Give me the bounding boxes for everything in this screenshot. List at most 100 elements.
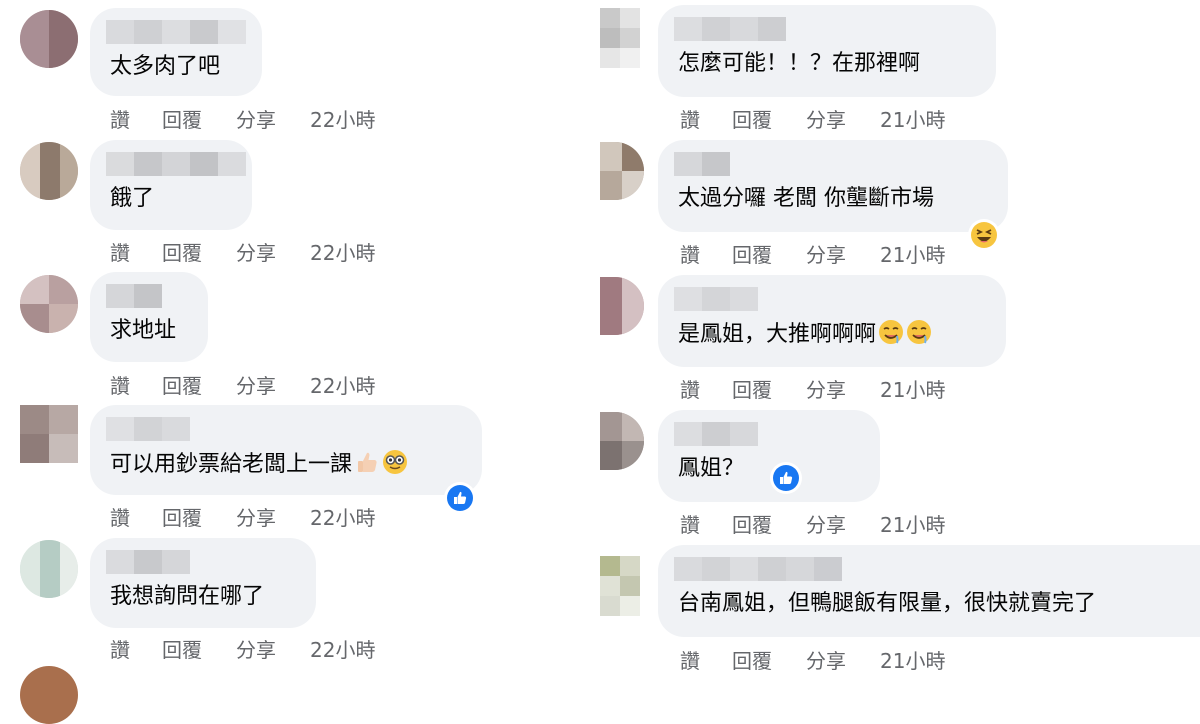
commenter-name-blurred[interactable] xyxy=(674,287,758,311)
comment-text-content: 是鳳姐，大推啊啊啊 xyxy=(678,322,877,347)
drooling-face-icon xyxy=(906,319,932,345)
comment-bubble: 可以用鈔票給老闆上一課 xyxy=(90,405,482,495)
comment-timestamp[interactable]: 21小時 xyxy=(880,104,970,133)
share-action[interactable]: 分享 xyxy=(236,104,310,133)
like-action[interactable]: 讚 xyxy=(110,502,162,531)
comment-timestamp[interactable]: 22小時 xyxy=(310,370,400,399)
like-action[interactable]: 讚 xyxy=(680,509,732,538)
comment-actions: 讚 回覆 分享 21小時 xyxy=(680,645,970,674)
reply-action[interactable]: 回覆 xyxy=(732,509,806,538)
comment-actions: 讚 回覆 分享 22小時 xyxy=(110,237,400,266)
commenter-name-blurred[interactable] xyxy=(106,152,246,176)
comment-actions: 讚 回覆 分享 21小時 xyxy=(680,239,970,268)
comment-timestamp[interactable]: 21小時 xyxy=(880,509,970,538)
share-action[interactable]: 分享 xyxy=(806,509,880,538)
avatar[interactable] xyxy=(600,277,644,335)
avatar[interactable] xyxy=(600,412,644,470)
comment-actions: 讚 回覆 分享 21小時 xyxy=(680,374,970,403)
comment-timestamp[interactable]: 22小時 xyxy=(310,237,400,266)
avatar[interactable] xyxy=(20,540,78,598)
comment-text: 餓了 xyxy=(110,186,155,211)
reaction-badge[interactable] xyxy=(968,219,1000,251)
reply-action[interactable]: 回覆 xyxy=(162,237,236,266)
like-action[interactable]: 讚 xyxy=(680,104,732,133)
reply-action[interactable]: 回覆 xyxy=(732,374,806,403)
like-action[interactable]: 讚 xyxy=(110,237,162,266)
comment-timestamp[interactable]: 22小時 xyxy=(310,502,400,531)
right-comment-column: 怎麼可能！！？在那裡啊 讚 回覆 分享 21小時 太過分囉 老闆 你壟斷市場 讚 xyxy=(600,0,1200,675)
avatar[interactable] xyxy=(20,275,78,333)
comment-bubble: 我想詢問在哪了 xyxy=(90,538,316,628)
comment-text: 我想詢問在哪了 xyxy=(110,584,265,609)
comment-actions: 讚 回覆 分享 22小時 xyxy=(110,370,400,399)
comment-actions: 讚 回覆 分享 22小時 xyxy=(110,104,400,133)
reply-action[interactable]: 回覆 xyxy=(732,645,806,674)
comment-bubble: 太過分囉 老闆 你壟斷市場 xyxy=(658,140,1008,232)
comment-text: 是鳳姐，大推啊啊啊 xyxy=(678,319,932,350)
comment-timestamp[interactable]: 22小時 xyxy=(310,104,400,133)
reaction-badge[interactable] xyxy=(770,462,802,494)
like-icon xyxy=(773,465,799,491)
comment-bubble: 台南鳳姐，但鴨腿飯有限量，很快就賣完了 xyxy=(658,545,1200,637)
share-action[interactable]: 分享 xyxy=(236,502,310,531)
comment-bubble: 餓了 xyxy=(90,140,252,230)
share-action[interactable]: 分享 xyxy=(236,237,310,266)
like-action[interactable]: 讚 xyxy=(680,239,732,268)
comment-bubble: 怎麼可能！！？在那裡啊 xyxy=(658,5,996,97)
avatar[interactable] xyxy=(20,10,78,68)
commenter-name-blurred[interactable] xyxy=(674,557,842,581)
reply-action[interactable]: 回覆 xyxy=(732,104,806,133)
avatar[interactable] xyxy=(600,142,644,200)
left-comment-column: 太多肉了吧 讚 回覆 分享 22小時 餓了 讚 回覆 分享 22小時 求地址 讚… xyxy=(0,0,600,724)
like-action[interactable]: 讚 xyxy=(680,645,732,674)
laughing-face-icon xyxy=(971,222,997,248)
drooling-face-icon xyxy=(878,319,904,345)
comment-timestamp[interactable]: 22小時 xyxy=(310,634,400,663)
avatar[interactable] xyxy=(20,405,78,463)
share-action[interactable]: 分享 xyxy=(806,104,880,133)
commenter-name-blurred[interactable] xyxy=(106,284,162,308)
commenter-name-blurred[interactable] xyxy=(674,152,730,176)
reply-action[interactable]: 回覆 xyxy=(162,502,236,531)
comment-timestamp[interactable]: 21小時 xyxy=(880,645,970,674)
comment-text: 怎麼可能！！？在那裡啊 xyxy=(678,51,921,76)
comment-text: 求地址 xyxy=(110,318,177,343)
comment-text: 太多肉了吧 xyxy=(110,54,221,79)
comment-actions: 讚 回覆 分享 21小時 xyxy=(680,509,970,538)
like-icon xyxy=(447,485,473,511)
nerd-face-icon xyxy=(382,449,408,475)
share-action[interactable]: 分享 xyxy=(806,374,880,403)
commenter-name-blurred[interactable] xyxy=(106,417,190,441)
thumbs-up-icon xyxy=(354,449,380,475)
comment-bubble: 鳳姐？ xyxy=(658,410,880,502)
comment-timestamp[interactable]: 21小時 xyxy=(880,374,970,403)
like-action[interactable]: 讚 xyxy=(110,634,162,663)
reply-action[interactable]: 回覆 xyxy=(162,634,236,663)
share-action[interactable]: 分享 xyxy=(806,239,880,268)
like-action[interactable]: 讚 xyxy=(680,374,732,403)
comment-timestamp[interactable]: 21小時 xyxy=(880,239,970,268)
reply-action[interactable]: 回覆 xyxy=(732,239,806,268)
share-action[interactable]: 分享 xyxy=(236,634,310,663)
reaction-badge[interactable] xyxy=(444,482,476,514)
commenter-name-blurred[interactable] xyxy=(674,17,786,41)
commenter-name-blurred[interactable] xyxy=(106,20,246,44)
comment-bubble: 太多肉了吧 xyxy=(90,8,262,96)
comment-text: 可以用鈔票給老闆上一課 xyxy=(110,449,408,480)
share-action[interactable]: 分享 xyxy=(236,370,310,399)
avatar[interactable] xyxy=(600,556,640,616)
comment-text: 太過分囉 老闆 你壟斷市場 xyxy=(678,186,934,211)
like-action[interactable]: 讚 xyxy=(110,104,162,133)
avatar[interactable] xyxy=(600,8,640,68)
commenter-name-blurred[interactable] xyxy=(674,422,758,446)
reply-action[interactable]: 回覆 xyxy=(162,370,236,399)
comment-text: 鳳姐？ xyxy=(678,456,745,481)
comment-actions: 讚 回覆 分享 22小時 xyxy=(110,502,400,531)
like-action[interactable]: 讚 xyxy=(110,370,162,399)
avatar[interactable] xyxy=(20,142,78,200)
comment-actions: 讚 回覆 分享 22小時 xyxy=(110,634,400,663)
share-action[interactable]: 分享 xyxy=(806,645,880,674)
reply-action[interactable]: 回覆 xyxy=(162,104,236,133)
comment-actions: 讚 回覆 分享 21小時 xyxy=(680,104,970,133)
commenter-name-blurred[interactable] xyxy=(106,550,190,574)
